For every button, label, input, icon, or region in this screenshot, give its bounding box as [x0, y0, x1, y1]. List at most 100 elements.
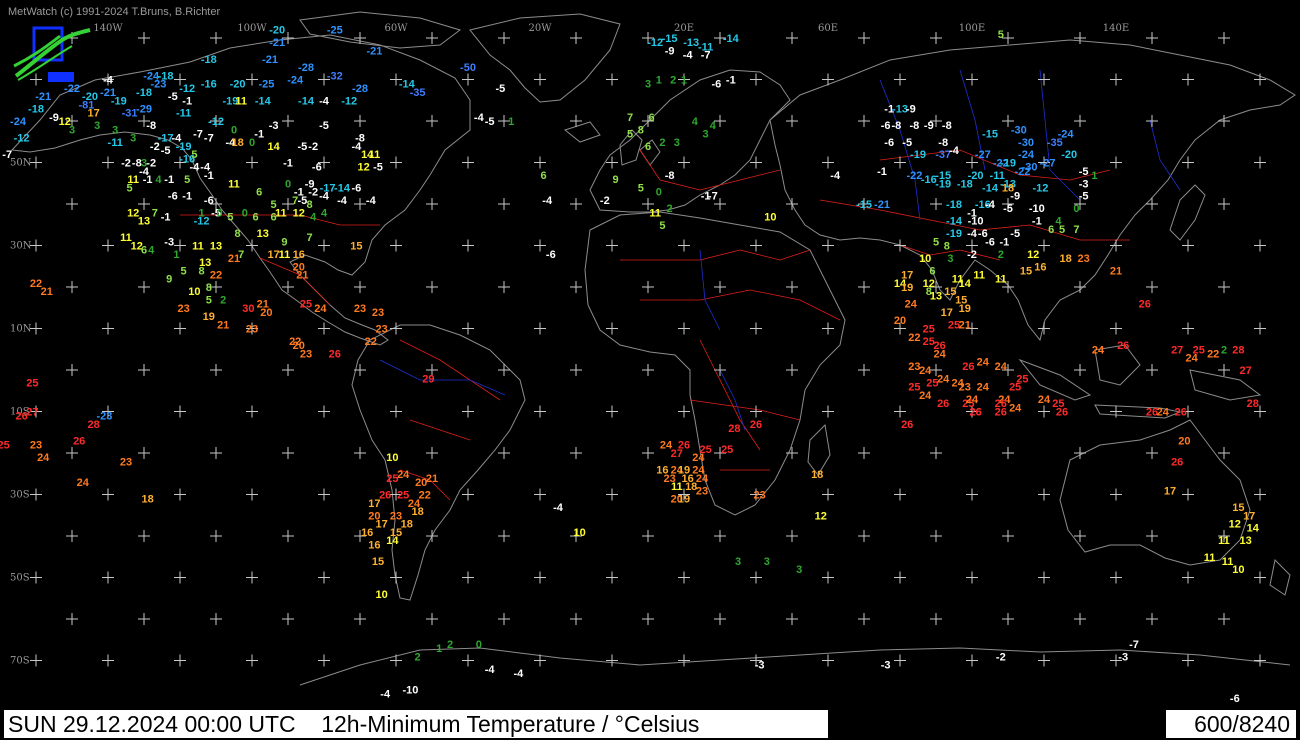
station-temperature: 11: [1204, 552, 1216, 564]
latitude-label: 10N: [10, 324, 32, 335]
station-temperature: -6: [204, 195, 214, 207]
station-temperature: 23: [354, 303, 366, 315]
station-temperature: 18: [1059, 253, 1071, 265]
station-temperature: 4: [310, 211, 317, 223]
station-temperature: -50: [460, 62, 476, 74]
latitude-label: 70S: [10, 656, 30, 667]
station-temperature: -10: [1029, 203, 1045, 215]
station-temperature: 26: [1139, 299, 1151, 311]
longitude-label: 100E: [959, 23, 985, 34]
station-temperature: 25: [699, 444, 711, 456]
grid-cross: [1254, 156, 1266, 169]
grid-cross: [822, 488, 834, 501]
station-temperature: 3: [796, 564, 802, 576]
station-temperature: -1: [877, 166, 887, 178]
station-temperature: 5: [184, 174, 190, 186]
grid-cross: [642, 364, 654, 376]
grid-cross: [1146, 613, 1158, 625]
station-temperature: 26: [750, 419, 762, 431]
grid-cross: [678, 239, 690, 252]
grid-cross: [354, 447, 366, 459]
grid-cross: [246, 488, 258, 501]
station-temperature: 4: [321, 207, 328, 219]
grid-cross: [570, 447, 582, 459]
grid-cross: [786, 281, 798, 293]
station-temperature: -8: [665, 170, 675, 182]
station-temperature: 24: [1092, 344, 1105, 356]
station-temperature: 0: [231, 124, 237, 136]
station-temperature: 5: [181, 265, 187, 277]
station-temperature: 1: [199, 207, 205, 219]
grid-cross: [1254, 239, 1266, 252]
station-temperature: 18: [231, 137, 243, 149]
station-temperature: 0: [1073, 203, 1079, 215]
station-temperature: 19: [901, 282, 913, 294]
station-temperature: 5: [933, 236, 939, 248]
station-temperature: -9: [1010, 191, 1020, 203]
station-temperature: 3: [947, 253, 953, 265]
grid-cross: [642, 281, 654, 293]
station-temperature: -6: [712, 79, 722, 91]
station-temperature: -9: [49, 112, 59, 124]
station-temperature: 26: [1117, 340, 1129, 352]
grid-cross: [1182, 488, 1194, 501]
grid-cross: [1110, 73, 1122, 86]
station-temperature: 2: [659, 137, 665, 149]
station-temperature: 26: [73, 436, 85, 448]
station-temperature: -18: [201, 54, 217, 66]
grid-cross: [174, 488, 186, 501]
station-temperature: -11: [108, 137, 123, 149]
grid-cross: [1110, 239, 1122, 252]
station-temperature: -15: [982, 128, 998, 140]
station-temperature: -4: [366, 195, 377, 207]
latitude-label: 50N: [10, 158, 32, 169]
station-temperature: 28: [1247, 398, 1259, 410]
station-temperature: -15: [856, 199, 872, 211]
station-temperature: 25: [926, 377, 938, 389]
station-temperature: -32: [327, 70, 343, 82]
station-temperature: 5: [191, 149, 197, 161]
station-temperature: -29: [136, 104, 152, 116]
station-temperature: 11: [973, 270, 985, 282]
grid-cross: [246, 239, 258, 252]
station-temperature: 8: [307, 199, 313, 211]
station-temperature: 1: [508, 116, 514, 128]
station-temperature: 24: [77, 477, 90, 489]
station-temperature: 3: [645, 79, 651, 91]
grid-cross: [246, 156, 258, 169]
station-temperature: -14: [298, 95, 315, 107]
grid-cross: [822, 571, 834, 584]
station-temperature: -21: [262, 54, 278, 66]
grid-cross: [534, 405, 546, 418]
station-temperature: 30: [242, 303, 254, 315]
grid-cross: [66, 198, 78, 210]
grid-cross: [138, 32, 150, 44]
grid-cross: [102, 156, 114, 169]
station-temperature: 24: [1157, 407, 1170, 419]
station-temperature: -2: [996, 651, 1006, 663]
grid-cross: [1038, 322, 1050, 335]
station-temperature: 0: [285, 178, 291, 190]
station-temperature: 22: [1207, 348, 1219, 360]
station-temperature: 17: [941, 307, 953, 319]
station-temperature: 5: [227, 211, 233, 223]
station-temperature: 23: [177, 303, 189, 315]
station-temperature: 17: [901, 270, 913, 282]
station-temperature: -5: [485, 116, 495, 128]
grid-cross: [1218, 364, 1230, 376]
station-temperature: -18: [28, 104, 44, 116]
station-temperature: 21: [426, 473, 438, 485]
station-temperature: -10: [402, 685, 418, 697]
longitude-label: 100W: [237, 23, 267, 34]
grid-cross: [786, 447, 798, 459]
station-temperature: 6: [649, 112, 655, 124]
grid-cross: [606, 654, 618, 667]
station-temperature: -18: [946, 199, 962, 211]
station-temperature: -1: [182, 191, 192, 203]
grid-cross: [1146, 530, 1158, 542]
grid-cross: [498, 198, 510, 210]
grid-cross: [282, 447, 294, 459]
station-temperature: -1: [164, 174, 174, 186]
station-temperature: -23: [150, 79, 166, 91]
station-temperature: -5: [373, 162, 383, 174]
